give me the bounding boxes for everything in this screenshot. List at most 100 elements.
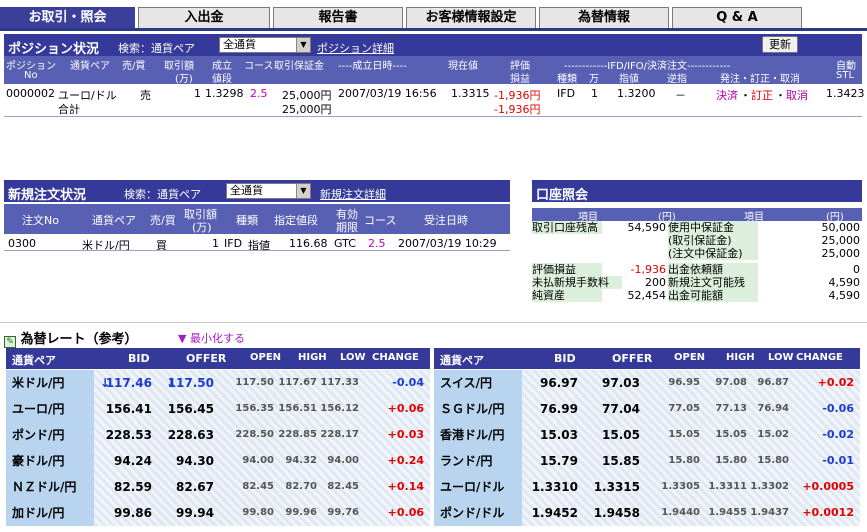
rate-col-pair: 通貨ペア [12, 354, 56, 367]
account-right-label: 使用中保証金 [668, 221, 758, 234]
position-detail-link[interactable]: ポジション詳細 [317, 40, 394, 56]
rate-low: 99.76 [327, 507, 359, 518]
position-search-label: 検索：通貨ペア [118, 42, 195, 55]
col-auto-sub: STL [836, 70, 855, 81]
col-order-cost: コース [364, 214, 397, 227]
new-order-section-header: 新規注文状況 検索：通貨ペア 全通貨 ▼ 新規注文詳細 [4, 180, 510, 203]
rate-high: 156.51 [278, 403, 317, 414]
col-rate-sub: 値段 [212, 74, 232, 85]
account-left-label: 純資産 [532, 289, 602, 302]
rate-col-change: CHANGE [796, 352, 843, 363]
rate-row[interactable]: 米ドル/円 ↓ ↓ 117.46 117.50 117.50 117.67 117.33 -0.… [6, 370, 430, 396]
rate-offer: 1.9458 [593, 506, 640, 520]
rate-high: 117.67 [278, 377, 317, 388]
rate-change: +0.02 [817, 376, 854, 389]
rate-low: 76.94 [757, 403, 789, 414]
account-right-label: 出金可能額 [668, 289, 758, 302]
edit-icon: ✎ [4, 336, 16, 348]
minimize-link[interactable]: ▼ 最小化する [178, 330, 245, 346]
col-man: 万 [589, 74, 599, 85]
position-section-header: ポジション状況 検索：通貨ペア 全通貨 ▼ ポジション詳細 更新 [4, 34, 862, 57]
tab-qa[interactable]: Q & A [672, 7, 802, 28]
position-currency-select[interactable]: 全通貨 ▼ [219, 37, 311, 53]
position-rate: 1.3298 [205, 87, 244, 100]
rate-pair: ランド/円 [434, 448, 522, 474]
rate-offer: 94.30 [176, 454, 214, 468]
rate-row[interactable]: 加ドル/円 99.86 99.94 99.80 99.96 99.76 +0.06 [6, 500, 430, 526]
account-row: 評価損益 -1,936 出金依頼額 0 [532, 263, 862, 276]
rate-offer: 97.03 [602, 376, 640, 390]
rate-row[interactable]: ＳＧドル/円 76.99 77.04 77.05 77.13 76.94 -0.06 [434, 396, 860, 422]
rate-open: 96.95 [668, 377, 700, 388]
rate-row[interactable]: ランド/円 15.79 15.85 15.80 15.80 15.80 -0.01 [434, 448, 860, 474]
account-title: 口座照会 [536, 188, 589, 203]
position-side: 売 [140, 89, 151, 102]
rate-high: 99.96 [285, 507, 317, 518]
tab-customer-settings[interactable]: お客様情報設定 [406, 7, 536, 28]
rate-pair: 米ドル/円 [6, 370, 94, 396]
rate-high: 77.13 [715, 403, 747, 414]
rate-low: 1.3302 [750, 481, 789, 492]
new-order-currency-select[interactable]: 全通貨 ▼ [226, 183, 311, 199]
rate-low: 94.00 [327, 455, 359, 466]
rate-row[interactable]: 香港ドル/円 15.03 15.05 15.05 15.05 15.02 -0.02 [434, 422, 860, 448]
rate-col-bid: BID [554, 352, 576, 365]
rate-col-bid: BID [128, 352, 150, 365]
order-price: 116.68 [289, 237, 328, 250]
rate-offer: 1.3315 [593, 480, 640, 494]
account-right-value: 0 [853, 263, 860, 276]
position-total-margin: 25,000円 [282, 103, 332, 116]
position-divider [4, 116, 862, 117]
rate-offer: 99.94 [176, 506, 214, 520]
account-row: (取引保証金) 25,000 [532, 234, 862, 247]
refresh-button[interactable]: 更新 [762, 36, 798, 53]
account-left-value: -1,936 [630, 263, 666, 276]
rate-row[interactable]: ＮＺドル/円 82.59 82.67 82.45 82.70 82.45 +0.14 [6, 474, 430, 500]
rate-offer: 15.85 [602, 454, 640, 468]
new-order-detail-link[interactable]: 新規注文詳細 [320, 186, 386, 202]
rate-col-low: LOW [768, 352, 794, 363]
rate-row[interactable]: スイス/円 96.97 97.03 96.95 97.08 96.87 +0.02 [434, 370, 860, 396]
tab-fx-info[interactable]: 為替情報 [539, 7, 669, 28]
tab-reports[interactable]: 報告書 [273, 7, 403, 28]
rate-open: 1.9440 [661, 507, 700, 518]
account-right-label: 新規注文可能残 [668, 276, 758, 289]
rate-col-open: OPEN [250, 352, 282, 363]
rate-pair: ユーロ/ドル [434, 474, 522, 500]
tab-trade-inquiry[interactable]: お取引・照会 [0, 7, 135, 28]
rate-offer: 117.50 [167, 376, 214, 390]
rate-open: 1.3305 [661, 481, 700, 492]
settle-link[interactable]: 決済 [716, 87, 738, 103]
position-total-label: 合計 [58, 103, 80, 116]
account-right-value: 25,000 [821, 234, 861, 247]
rates-right-header: 通貨ペア BID OFFER OPEN HIGH LOW CHANGE [434, 348, 860, 369]
rate-pair: 豪ドル/円 [6, 448, 94, 474]
rate-change: +0.06 [387, 402, 424, 415]
rate-row[interactable]: ユーロ/ドル 1.3310 1.3315 1.3305 1.3311 1.3302 +0.0… [434, 474, 860, 500]
col-order-actions: 発注・訂正・取消 [720, 74, 800, 85]
order-datetime: 2007/03/19 10:29 [398, 237, 497, 250]
rate-col-offer: OFFER [612, 352, 653, 365]
col-order-kind: 種類 [236, 214, 258, 227]
rate-low: 1.9437 [750, 507, 789, 518]
position-qty: 1 [194, 87, 201, 100]
rate-bid: 99.86 [114, 506, 152, 520]
rate-row[interactable]: ポンド/ドル 1.9452 1.9458 1.9440 1.9455 1.9437 +0.0… [434, 500, 860, 526]
cancel-link[interactable]: 取消 [786, 87, 808, 103]
rate-low: 15.02 [757, 429, 789, 440]
col-side: 売/買 [122, 61, 146, 72]
new-order-currency-select-value: 全通貨 [230, 184, 263, 197]
rate-row[interactable]: ポンド/円 228.53 228.63 228.50 228.85 228.17 +0.03 [6, 422, 430, 448]
tab-deposit-withdraw[interactable]: 入出金 [138, 7, 270, 28]
rate-open: 77.05 [668, 403, 700, 414]
col-order-price: 指定値段 [274, 214, 318, 227]
rate-pair: スイス/円 [434, 370, 522, 396]
col-order-pair: 通貨ペア [92, 214, 136, 227]
rates-divider [0, 322, 867, 323]
new-order-title: 新規注文状況 [8, 188, 87, 203]
modify-link[interactable]: 訂正 [751, 87, 773, 103]
rate-row[interactable]: ユーロ/円 156.41 156.45 156.35 156.51 156.12 +0.06 [6, 396, 430, 422]
rate-pair: ポンド/ドル [434, 500, 522, 526]
rate-change: -0.06 [822, 402, 854, 415]
rate-row[interactable]: 豪ドル/円 94.24 94.30 94.00 94.32 94.00 +0.24 [6, 448, 430, 474]
